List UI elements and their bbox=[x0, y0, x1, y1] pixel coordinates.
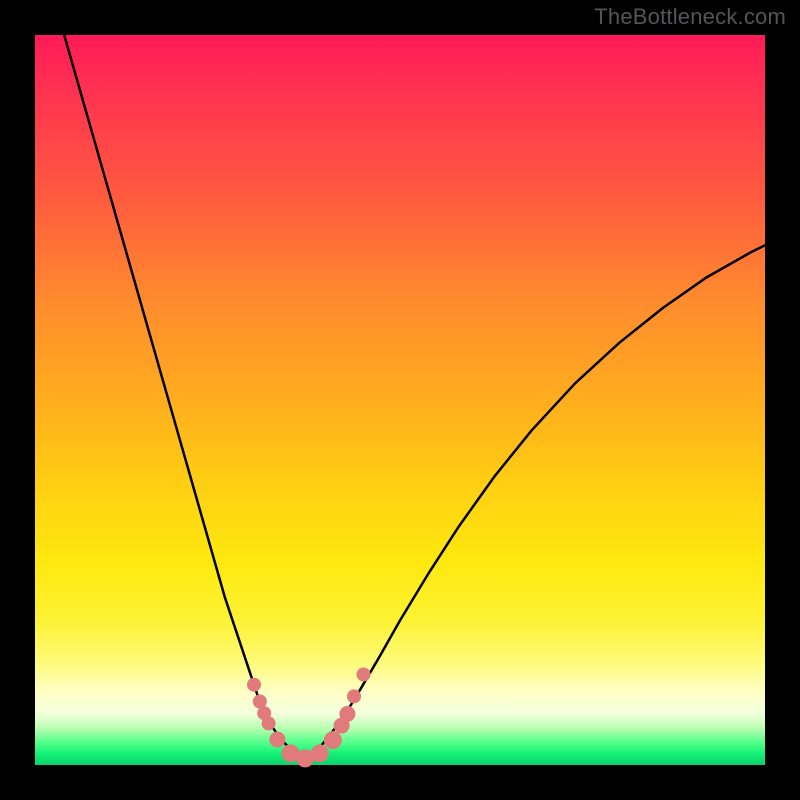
marker-dot bbox=[269, 731, 285, 747]
watermark-text: TheBottleneck.com bbox=[594, 4, 786, 30]
marker-dot bbox=[357, 667, 371, 681]
marker-dot bbox=[324, 731, 342, 749]
highlighted-points bbox=[247, 667, 371, 767]
marker-dot bbox=[262, 716, 276, 730]
plot-area bbox=[35, 35, 765, 765]
marker-dot bbox=[339, 706, 355, 722]
marker-dot bbox=[247, 678, 261, 692]
marker-dot bbox=[311, 744, 329, 762]
left-curve bbox=[64, 35, 305, 759]
right-curve bbox=[305, 245, 765, 759]
chart-container: TheBottleneck.com bbox=[0, 0, 800, 800]
marker-dot bbox=[347, 689, 361, 703]
chart-svg bbox=[35, 35, 765, 765]
